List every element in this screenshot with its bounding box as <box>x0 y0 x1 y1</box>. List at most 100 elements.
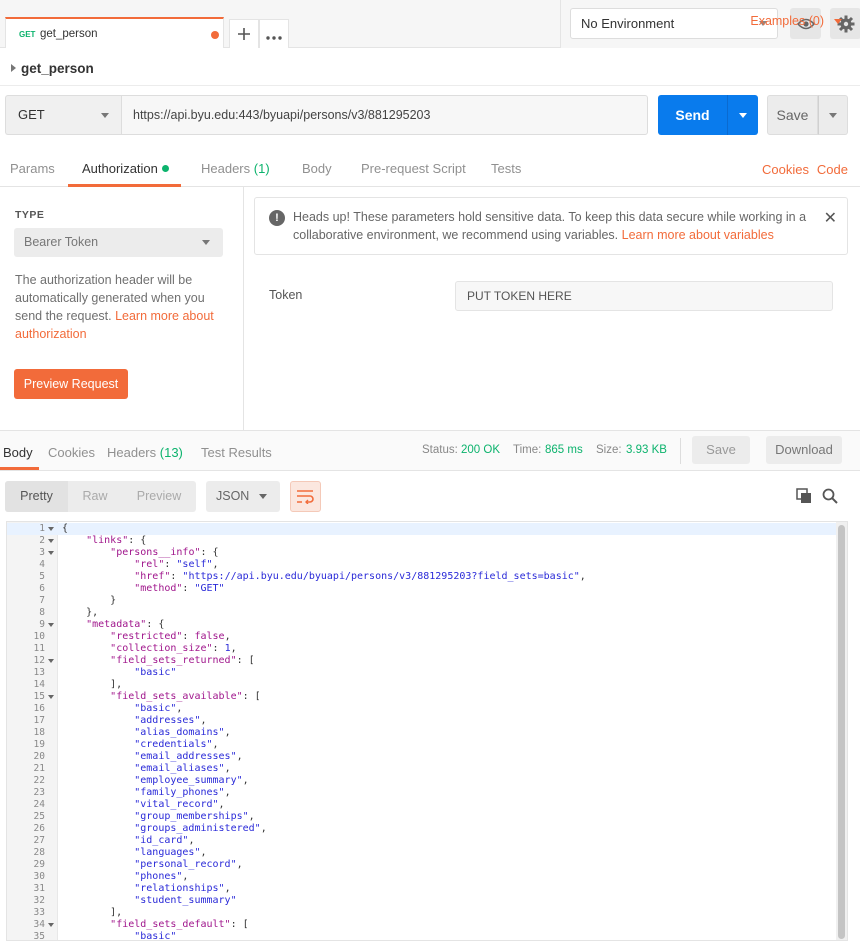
preview-request-button[interactable]: Preview Request <box>14 369 128 399</box>
fold-toggle-icon[interactable] <box>48 551 54 555</box>
wrap-lines-button[interactable] <box>290 481 321 512</box>
line-number: 5 <box>39 571 45 582</box>
save-button[interactable]: Save <box>767 95 818 135</box>
code-line[interactable]: 12 "field_sets_returned": [ <box>7 655 837 667</box>
code-line[interactable]: 6 "method": "GET" <box>7 583 837 595</box>
tab-tests[interactable]: Tests <box>491 161 521 176</box>
method-select[interactable]: GET <box>5 95 122 135</box>
tab-body[interactable]: Body <box>302 161 332 176</box>
response-tab-body[interactable]: Body <box>3 445 33 460</box>
chevron-down-icon <box>739 113 747 118</box>
code-line[interactable]: 5 "href": "https://api.byu.edu/byuapi/pe… <box>7 571 837 583</box>
line-number: 6 <box>39 583 45 594</box>
editor-scrollbar[interactable] <box>836 522 847 940</box>
code-line[interactable]: 8 }, <box>7 607 837 619</box>
code-line[interactable]: 1{ <box>7 523 837 535</box>
url-input[interactable]: https://api.byu.edu:443/byuapi/persons/v… <box>121 95 648 135</box>
code-line[interactable]: 32 "student_summary" <box>7 895 837 907</box>
code-line[interactable]: 15 "field_sets_available": [ <box>7 691 837 703</box>
code-line[interactable]: 18 "alias_domains", <box>7 727 837 739</box>
line-number: 33 <box>33 907 45 918</box>
examples-link[interactable]: Examples (0) <box>750 14 824 28</box>
code-line[interactable]: 28 "languages", <box>7 847 837 859</box>
code-line[interactable]: 11 "collection_size": 1, <box>7 643 837 655</box>
code-line[interactable]: 13 "basic" <box>7 667 837 679</box>
fold-toggle-icon[interactable] <box>48 527 54 531</box>
response-tab-test-results[interactable]: Test Results <box>201 445 272 460</box>
code-line[interactable]: 31 "relationships", <box>7 883 837 895</box>
code-line[interactable]: 26 "groups_administered", <box>7 823 837 835</box>
auth-type-select[interactable]: Bearer Token <box>14 228 223 257</box>
view-preview-button[interactable]: Preview <box>122 481 196 512</box>
scrollbar-thumb[interactable] <box>838 525 845 939</box>
code-line[interactable]: 3 "persons__info": { <box>7 547 837 559</box>
code-line[interactable]: 34 "field_sets_default": [ <box>7 919 837 931</box>
code-line[interactable]: 30 "phones", <box>7 871 837 883</box>
status-value[interactable]: 200 OK <box>461 444 500 456</box>
code-line[interactable]: 33 ], <box>7 907 837 919</box>
tab-prerequest-script[interactable]: Pre-request Script <box>361 161 466 176</box>
save-options-button[interactable] <box>818 95 848 135</box>
code-link[interactable]: Code <box>817 162 848 177</box>
send-options-button[interactable] <box>727 95 758 135</box>
view-pretty-button[interactable]: Pretty <box>5 481 68 512</box>
code-line[interactable]: 14 ], <box>7 679 837 691</box>
code-text: "email_aliases", <box>134 763 231 774</box>
time-value[interactable]: 865 ms <box>545 444 583 456</box>
divider <box>680 438 681 464</box>
code-line[interactable]: 27 "id_card", <box>7 835 837 847</box>
fold-toggle-icon[interactable] <box>48 539 54 543</box>
code-line[interactable]: 23 "family_phones", <box>7 787 837 799</box>
token-input[interactable]: PUT TOKEN HERE <box>455 281 833 311</box>
response-tab-cookies[interactable]: Cookies <box>48 445 95 460</box>
send-button[interactable]: Send <box>658 95 727 135</box>
copy-icon[interactable] <box>796 488 812 504</box>
tab-authorization[interactable]: Authorization <box>82 161 169 176</box>
code-line[interactable]: 22 "employee_summary", <box>7 775 837 787</box>
tab-headers[interactable]: Headers (1) <box>201 161 270 176</box>
request-tab[interactable]: GET get_person <box>5 17 224 48</box>
line-number: 11 <box>33 643 45 654</box>
size-value[interactable]: 3.93 KB <box>626 444 667 456</box>
line-number: 16 <box>33 703 45 714</box>
response-tab-headers[interactable]: Headers (13) <box>107 445 183 460</box>
tab-options-button[interactable] <box>259 19 289 48</box>
code-text: "persons__info": { <box>110 547 219 558</box>
code-line[interactable]: 9 "metadata": { <box>7 619 837 631</box>
view-raw-button[interactable]: Raw <box>68 481 122 512</box>
tab-params[interactable]: Params <box>10 161 55 176</box>
chevron-down-icon[interactable] <box>834 19 842 24</box>
code-line[interactable]: 10 "restricted": false, <box>7 631 837 643</box>
fold-toggle-icon[interactable] <box>48 623 54 627</box>
fold-toggle-icon[interactable] <box>48 695 54 699</box>
code-line[interactable]: 20 "email_addresses", <box>7 751 837 763</box>
fold-toggle-icon[interactable] <box>48 923 54 927</box>
code-line[interactable]: 4 "rel": "self", <box>7 559 837 571</box>
new-tab-button[interactable] <box>229 19 259 48</box>
cookies-link[interactable]: Cookies <box>762 162 809 177</box>
code-line[interactable]: 25 "group_memberships", <box>7 811 837 823</box>
code-text: "basic" <box>134 931 177 941</box>
close-icon[interactable]: ✕ <box>824 208 837 228</box>
code-line[interactable]: 17 "addresses", <box>7 715 837 727</box>
chevron-down-icon <box>829 113 837 118</box>
code-line[interactable]: 24 "vital_record", <box>7 799 837 811</box>
code-line[interactable]: 35 "basic" <box>7 931 837 941</box>
line-number: 3 <box>39 547 45 558</box>
search-icon[interactable] <box>822 488 838 504</box>
code-line[interactable]: 19 "credentials", <box>7 739 837 751</box>
learn-variables-link[interactable]: Learn more about variables <box>622 228 774 242</box>
download-button[interactable]: Download <box>766 436 842 464</box>
code-line[interactable]: 2 "links": { <box>7 535 837 547</box>
save-response-button[interactable]: Save <box>692 436 750 464</box>
caret-right-icon[interactable] <box>11 64 16 72</box>
code-line[interactable]: 21 "email_aliases", <box>7 763 837 775</box>
code-line[interactable]: 7 } <box>7 595 837 607</box>
code-line[interactable]: 29 "personal_record", <box>7 859 837 871</box>
fold-toggle-icon[interactable] <box>48 659 54 663</box>
format-select[interactable]: JSON <box>206 481 280 512</box>
environment-select[interactable]: No Environment <box>570 8 778 39</box>
response-body-editor[interactable]: 1{2 "links": {3 "persons__info": {4 "rel… <box>6 521 848 941</box>
code-line[interactable]: 16 "basic", <box>7 703 837 715</box>
request-name[interactable]: get_person <box>21 61 94 76</box>
